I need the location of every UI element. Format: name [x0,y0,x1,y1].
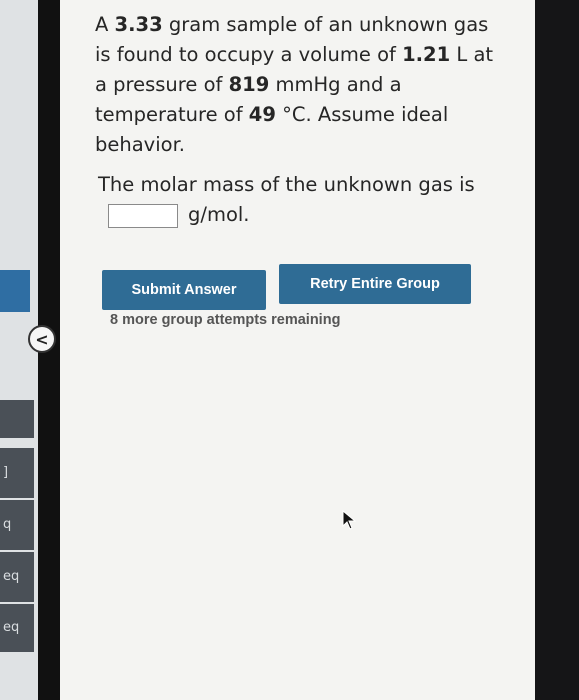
question-text: A 3.33 gram sample of an unknown gas is … [95,10,495,160]
sidebar-tab-1[interactable] [0,400,34,438]
screen-bezel [535,0,579,700]
submit-answer-button[interactable]: Submit Answer [102,270,266,310]
answer-unit: g/mol. [188,203,250,226]
collapse-sidebar-button[interactable]: < [28,325,56,353]
answer-prompt: The molar mass of the unknown gas is g/mo… [98,170,498,230]
pressure-value: 819 [228,73,270,96]
chevron-left-icon: < [35,329,49,349]
sidebar-tab-2[interactable]: ] [0,448,34,498]
answer-prefix: The molar mass of the unknown gas is [98,173,475,196]
attempts-remaining: 8 more group attempts remaining [110,312,341,328]
temperature-value: 49 [248,103,276,126]
mouse-cursor-icon [342,509,358,534]
sidebar-tab-4[interactable]: eq [0,552,34,602]
retry-group-button[interactable]: Retry Entire Group [279,264,471,304]
mass-value: 3.33 [114,13,163,36]
sidebar-tab-3[interactable]: q [0,500,34,550]
sidebar-active-tab[interactable] [0,270,30,312]
molar-mass-input[interactable] [108,203,178,228]
volume-value: 1.21 [402,43,451,66]
sidebar-tab-5[interactable]: eq [0,604,34,652]
question-text-part: A [95,13,115,36]
